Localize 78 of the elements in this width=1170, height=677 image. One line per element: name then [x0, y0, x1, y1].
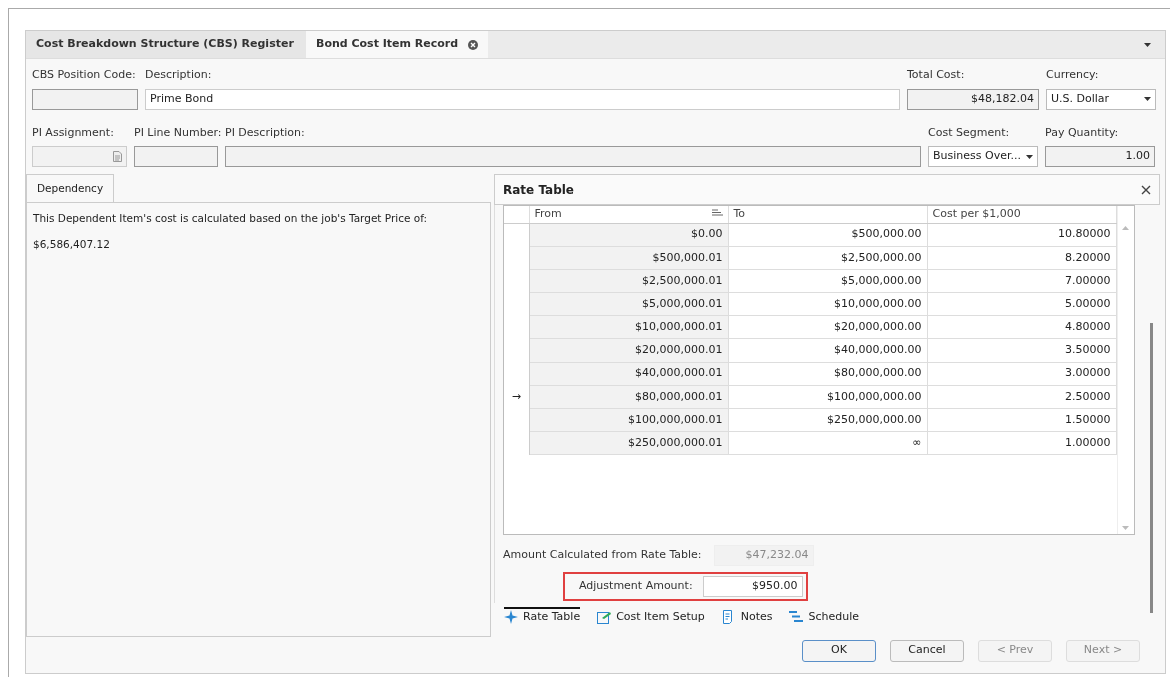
- column-header[interactable]: From: [529, 206, 728, 223]
- button[interactable]: Cancel: [890, 639, 964, 662]
- input-field[interactable]: [225, 146, 921, 167]
- table-cell: $40,000,000.00: [728, 338, 927, 363]
- input-field[interactable]: [32, 146, 127, 167]
- field-label: Adjustment Amount:: [579, 578, 693, 595]
- edit-icon: [597, 610, 612, 625]
- tab[interactable]: Bond Cost Item Record: [306, 31, 489, 58]
- tab[interactable]: Schedule: [789, 609, 860, 626]
- column-header[interactable]: To: [728, 206, 927, 223]
- table-cell: 2.50000: [927, 385, 1116, 409]
- close-icon: [1141, 184, 1151, 195]
- field-label: Cost Segment:: [928, 124, 1011, 141]
- tab[interactable]: Notes: [721, 609, 773, 626]
- table-cell: $20,000,000.00: [728, 315, 927, 339]
- field-label: Currency:: [1046, 67, 1100, 83]
- row-indicator: →: [511, 389, 521, 403]
- tab[interactable]: Cost Item Setup: [597, 609, 705, 626]
- table-cell: $500,000.01: [529, 246, 728, 270]
- table-cell: $0.00: [529, 223, 728, 247]
- dropdown[interactable]: U.S. Dollar: [1046, 88, 1156, 110]
- table-cell: $250,000,000.00: [728, 408, 927, 432]
- table-cell: 3.50000: [927, 338, 1116, 363]
- table-cell: $5,000,000.00: [728, 269, 927, 293]
- field-label: Description:: [145, 67, 213, 83]
- input-field[interactable]: $950.00: [702, 576, 803, 597]
- table-cell: $20,000,000.01: [529, 338, 728, 363]
- table-cell: ∞: [728, 431, 927, 455]
- table-cell: $100,000,000.00: [728, 385, 927, 409]
- input-field[interactable]: $48,182.04: [907, 88, 1039, 110]
- button[interactable]: OK: [802, 639, 876, 662]
- input-field[interactable]: [134, 146, 218, 167]
- table-cell: 1.50000: [927, 408, 1116, 432]
- star-icon: [504, 610, 518, 625]
- field-label: Amount Calculated from Rate Table:: [503, 547, 702, 564]
- field-label: Total Cost:: [907, 67, 966, 83]
- table-cell: 1.00000: [927, 431, 1116, 455]
- field-label: CBS Position Code:: [32, 67, 137, 83]
- input-field[interactable]: Prime Bond: [145, 88, 900, 110]
- table-cell: 10.80000: [927, 223, 1116, 247]
- table-cell: $2,500,000.01: [529, 269, 728, 293]
- document-icon: [113, 151, 122, 162]
- table-cell: $80,000,000.00: [728, 362, 927, 386]
- target-price: $6,586,407.12: [33, 236, 111, 252]
- table-cell: $2,500,000.00: [728, 246, 927, 270]
- sort-icon: [711, 209, 723, 216]
- table-cell: 3.00000: [927, 362, 1116, 386]
- scrollbar[interactable]: [1150, 323, 1153, 613]
- field-label: PI Description:: [225, 124, 306, 141]
- dropdown[interactable]: Business Over...: [928, 146, 1038, 167]
- panel-title: Rate Table: [503, 181, 574, 199]
- table-cell: $10,000,000.00: [728, 292, 927, 316]
- caret-icon: [1026, 154, 1033, 159]
- dropdown-icon: [1144, 42, 1151, 47]
- field-label: PI Assignment:: [32, 124, 115, 141]
- field-label: Pay Quantity:: [1045, 124, 1120, 141]
- table-cell: $100,000,000.01: [529, 408, 728, 432]
- input-field[interactable]: [32, 88, 138, 110]
- caret-icon: [1144, 97, 1151, 101]
- scroll-up-icon: [1122, 226, 1129, 230]
- input-field[interactable]: 1.00: [1045, 146, 1155, 167]
- table-cell: 7.00000: [927, 269, 1116, 293]
- tab[interactable]: Rate Table: [504, 609, 581, 626]
- panel-tab[interactable]: Dependency: [26, 174, 115, 203]
- column-header[interactable]: Cost per $1,000: [927, 206, 1116, 223]
- description-text: This Dependent Item's cost is calculated based on the job's Target Price of:: [33, 210, 429, 226]
- table-cell: $10,000,000.01: [529, 315, 728, 339]
- table-cell: $40,000,000.01: [529, 362, 728, 386]
- tab[interactable]: Cost Breakdown Structure (CBS) Register: [26, 31, 306, 58]
- table-cell: $500,000.00: [728, 223, 927, 247]
- scroll-down-icon: [1122, 526, 1129, 530]
- table-cell: 8.20000: [927, 246, 1116, 270]
- table-cell: $80,000,000.01: [529, 385, 728, 409]
- table-cell: $250,000,000.01: [529, 431, 728, 455]
- table-cell: $5,000,000.01: [529, 292, 728, 316]
- table-cell: 5.00000: [927, 292, 1116, 316]
- table-cell: 4.80000: [927, 315, 1116, 339]
- schedule-icon: [789, 610, 804, 625]
